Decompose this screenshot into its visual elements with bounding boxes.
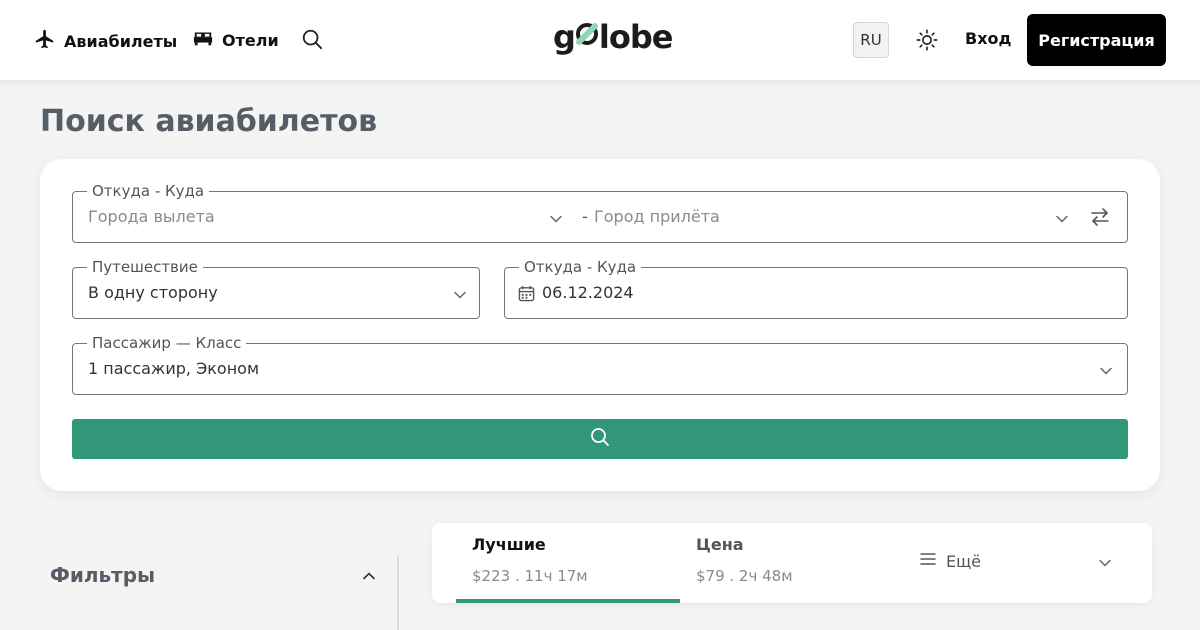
logo-mark-icon [575,18,599,56]
search-icon [301,29,323,54]
tab-price-title: Цена [696,535,744,554]
logo-text-start: g [553,18,576,56]
route-separator: - [582,207,588,226]
plane-icon [34,28,56,54]
passenger-class-select[interactable]: Пассажир — Класс 1 пассажир, Эконом [72,333,1128,395]
language-button[interactable]: RU [853,22,889,58]
logo[interactable]: g lobe [553,18,674,56]
page-title: Поиск авиабилетов [40,104,378,139]
trip-value: В одну сторону [88,283,218,302]
chevron-down-icon[interactable] [1055,211,1069,230]
chevron-down-icon[interactable] [1098,555,1112,574]
trip-type-select[interactable]: Путешествие В одну сторону [72,257,480,319]
date-field[interactable]: Откуда - Куда 06.12.2024 [504,257,1128,319]
swap-icon[interactable] [1089,206,1111,232]
chevron-up-icon[interactable] [362,568,376,587]
trip-legend: Путешествие [87,257,203,277]
passenger-value: 1 пассажир, Эконом [88,359,260,378]
logo-text-end: lobe [598,18,674,56]
chevron-down-icon[interactable] [453,287,467,306]
tab-price-subtitle: $79 . 2ч 48м [696,567,793,585]
filters-title: Фильтры [50,563,156,587]
tab-best-title: Лучшие [472,535,546,554]
destination-input[interactable]: Город прилёта [594,207,720,227]
register-button[interactable]: Регистрация [1027,14,1166,66]
passenger-legend: Пассажир — Класс [87,333,247,353]
header-search-button[interactable] [301,28,323,54]
menu-icon [920,551,936,571]
origin-input[interactable]: Города вылета [88,207,215,227]
nav-hotels[interactable]: Отели [192,28,279,52]
calendar-icon [518,285,535,306]
bed-icon [192,28,214,52]
chevron-down-icon[interactable] [1099,363,1113,382]
login-link[interactable]: Вход [965,29,1011,48]
search-submit-button[interactable] [72,419,1128,459]
top-header: Авиабилеты Отели g lobe RU Вход Регистра… [0,0,1200,80]
sort-tabs: Лучшие $223 . 11ч 17м Цена $79 . 2ч 48м … [432,523,1152,603]
nav-flights-label: Авиабилеты [64,31,178,51]
route-legend: Откуда - Куда [87,181,210,201]
tab-best[interactable]: Лучшие $223 . 11ч 17м [456,523,680,603]
filters-divider [397,555,399,630]
tab-best-subtitle: $223 . 11ч 17м [472,567,588,585]
sort-more-button[interactable]: Ещё [920,523,1128,599]
theme-toggle[interactable] [916,29,938,55]
date-legend: Откуда - Куда [519,257,642,277]
date-value: 06.12.2024 [542,283,634,302]
tab-price[interactable]: Цена $79 . 2ч 48м [680,523,904,603]
nav-hotels-label: Отели [222,30,279,50]
route-field[interactable]: Откуда - Куда Города вылета - Город прил… [72,181,1128,243]
nav-flights[interactable]: Авиабилеты [34,28,177,54]
chevron-down-icon[interactable] [549,211,563,230]
search-card: Откуда - Куда Города вылета - Город прил… [40,159,1160,491]
sun-icon [916,29,938,55]
sort-more-label: Ещё [946,551,982,571]
search-icon [590,427,610,451]
